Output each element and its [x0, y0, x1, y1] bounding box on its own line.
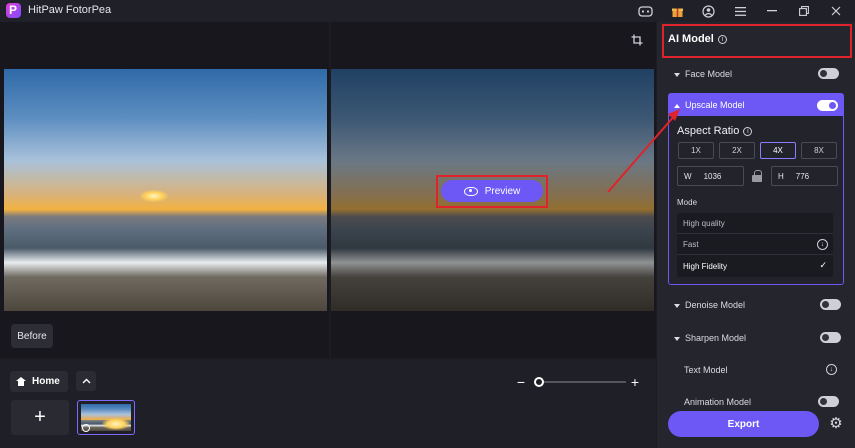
animation-model-toggle[interactable]: [818, 396, 839, 407]
denoise-model-toggle[interactable]: [820, 299, 841, 310]
height-label: H: [778, 171, 784, 181]
panel-title-text: AI Model: [668, 33, 714, 45]
clock-icon: [82, 424, 90, 432]
sharpen-model-label: Sharpen Model: [685, 333, 747, 343]
gift-icon[interactable]: [668, 2, 686, 20]
zoom-out-button[interactable]: −: [515, 375, 527, 389]
height-value: 776: [795, 171, 810, 181]
app-window: HitPaw FotorPea Preview Before Home +: [0, 0, 855, 448]
ratio-4x-button[interactable]: 4X: [760, 142, 796, 159]
expand-icon: [674, 336, 680, 341]
gear-icon[interactable]: ⚙: [828, 416, 844, 432]
minimize-icon[interactable]: [763, 2, 781, 20]
image-thumbnail[interactable]: [77, 400, 135, 435]
before-button[interactable]: Before: [11, 324, 53, 348]
title-bar: [0, 0, 855, 22]
app-title: HitPaw FotorPea: [28, 4, 112, 16]
upscale-model-label: Upscale Model: [685, 100, 745, 110]
check-icon: ✓: [819, 260, 827, 270]
menu-icon[interactable]: [731, 2, 749, 20]
face-model-row[interactable]: Face Model: [674, 69, 732, 79]
panel-title: AI Model i: [668, 33, 727, 45]
lock-icon[interactable]: [752, 170, 762, 182]
collapse-button[interactable]: [76, 371, 96, 391]
download-icon[interactable]: ↓: [817, 239, 828, 250]
eye-icon: [463, 186, 478, 196]
sharpen-model-row[interactable]: Sharpen Model: [674, 333, 746, 343]
face-model-toggle[interactable]: [818, 68, 839, 79]
preview-label: Preview: [484, 185, 521, 197]
width-value: 1036: [703, 171, 722, 181]
home-button[interactable]: Home: [10, 371, 68, 392]
denoise-model-label: Denoise Model: [685, 300, 746, 310]
zoom-slider-handle[interactable]: [534, 377, 544, 387]
app-logo-icon: [6, 3, 21, 18]
upscale-model-toggle[interactable]: [817, 100, 838, 111]
info-icon[interactable]: i: [717, 34, 727, 44]
expand-icon: [674, 303, 680, 308]
ratio-8x-button[interactable]: 8X: [801, 142, 837, 159]
original-photo: [4, 69, 327, 311]
text-model-label[interactable]: Text Model: [684, 365, 728, 375]
mode-fast[interactable]: Fast ↓: [677, 234, 833, 255]
mode-high-fidelity[interactable]: High Fidelity ✓: [677, 256, 833, 277]
annotation-arrow: [607, 109, 680, 193]
zoom-in-button[interactable]: +: [629, 375, 641, 389]
denoise-model-row[interactable]: Denoise Model: [674, 300, 745, 310]
animation-model-label[interactable]: Animation Model: [684, 397, 751, 407]
user-icon[interactable]: [699, 2, 717, 20]
face-model-label: Face Model: [685, 69, 733, 79]
sharpen-model-toggle[interactable]: [820, 332, 841, 343]
expand-icon: [674, 72, 680, 77]
preview-button[interactable]: Preview: [441, 180, 543, 202]
text-model-download-icon[interactable]: ↓: [826, 364, 837, 375]
home-icon: [16, 377, 26, 386]
discord-icon[interactable]: [636, 2, 654, 20]
export-button[interactable]: Export: [668, 411, 819, 437]
home-label: Home: [32, 376, 60, 387]
zoom-slider[interactable]: [536, 381, 626, 383]
crop-icon[interactable]: [629, 34, 645, 50]
height-field[interactable]: H 776: [771, 166, 838, 186]
add-image-button[interactable]: +: [11, 400, 69, 435]
ratio-2x-button[interactable]: 2X: [719, 142, 755, 159]
restore-icon[interactable]: [795, 2, 813, 20]
mode-high-quality[interactable]: High quality: [677, 213, 833, 234]
close-icon[interactable]: [827, 2, 845, 20]
aspect-info-icon[interactable]: i: [743, 126, 753, 136]
